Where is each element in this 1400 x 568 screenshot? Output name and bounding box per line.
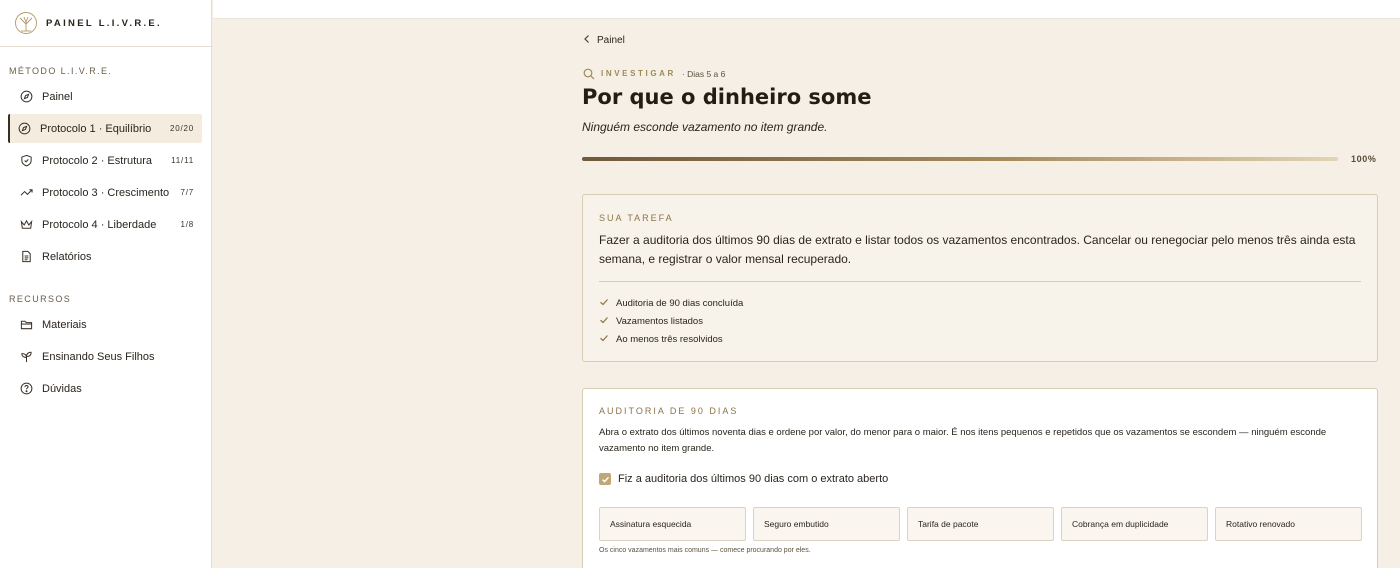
checklist-item: Auditoria de 90 dias concluída <box>599 294 743 312</box>
checklist-item-label: Ao menos três resolvidos <box>616 333 723 345</box>
sidebar-item-label: Protocolo 2 · Estrutura <box>42 154 153 167</box>
sidebar: PAINEL L.I.V.R.E. MÉTODO L.I.V.R.E. Pain… <box>0 0 212 568</box>
sidebar-item-label: Protocolo 4 · Liberdade <box>42 218 157 231</box>
sidebar-item-protocolo-1[interactable]: Protocolo 1 · Equilíbrio 20/20 <box>8 114 202 143</box>
leak-chip[interactable]: Cobrança em duplicidade <box>1061 507 1208 541</box>
progress-count: 11/11 <box>171 156 194 165</box>
back-link-label: Painel <box>597 35 625 46</box>
progress-percent: 100% <box>1351 154 1377 164</box>
top-bar <box>213 0 1400 19</box>
page-title: Por que o dinheiro some <box>582 85 872 109</box>
progress-count: 1/8 <box>180 220 194 229</box>
brand[interactable]: PAINEL L.I.V.R.E. <box>0 0 211 47</box>
sidebar-item-label: Protocolo 1 · Equilíbrio <box>40 122 152 135</box>
audit-checkbox-label: Fiz a auditoria dos últimos 90 dias com … <box>618 473 889 485</box>
checklist-item: Vazamentos listados <box>599 312 743 330</box>
checklist-item-label: Vazamentos listados <box>616 315 703 327</box>
sidebar-item-protocolo-2[interactable]: Protocolo 2 · Estrutura 11/11 <box>8 146 202 175</box>
progress-count: 20/20 <box>169 124 194 133</box>
sprout-icon <box>19 350 33 364</box>
section-label-resources: RECURSOS <box>9 294 72 304</box>
brand-name: PAINEL L.I.V.R.E. <box>46 17 162 29</box>
sidebar-item-label: Relatórios <box>42 250 92 263</box>
phase-eyebrow: INVESTIGAR · Dias 5 a 6 <box>582 67 725 80</box>
compass-icon <box>19 90 33 104</box>
help-circle-icon <box>19 382 33 396</box>
sidebar-item-label: Materiais <box>42 318 87 331</box>
leak-chip[interactable]: Assinatura esquecida <box>599 507 746 541</box>
leak-chip[interactable]: Seguro embutido <box>753 507 900 541</box>
audit-label: AUDITORIA DE 90 DIAS <box>599 406 739 416</box>
check-icon <box>599 333 610 346</box>
progress-count: 7/7 <box>180 188 194 197</box>
sidebar-item-label: Dúvidas <box>42 382 82 395</box>
shield-icon <box>19 154 33 168</box>
sidebar-item-relatorios[interactable]: Relatórios <box>8 242 202 271</box>
sidebar-item-duvidas[interactable]: Dúvidas <box>8 374 202 403</box>
phase-days: · Dias 5 a 6 <box>681 68 726 79</box>
back-link[interactable]: Painel <box>583 34 625 47</box>
tree-logo-icon <box>14 11 38 35</box>
check-icon <box>599 297 610 310</box>
task-text: Fazer a auditoria dos últimos 90 dias de… <box>599 233 1356 266</box>
section-label-method: MÉTODO L.I.V.R.E. <box>9 66 113 76</box>
resources-nav: Materiais Ensinando Seus Filhos Dúvidas <box>8 310 202 406</box>
leak-chip[interactable]: Rotativo renovado <box>1215 507 1362 541</box>
audit-text: Abra o extrato dos últimos noventa dias … <box>599 427 1327 454</box>
task-card: SUA TAREFA Fazer a auditoria dos últimos… <box>582 194 1378 362</box>
sidebar-item-label: Painel <box>42 90 73 103</box>
method-nav: Painel Protocolo 1 · Equilíbrio 20/20 Pr… <box>8 82 202 274</box>
task-checklist: Auditoria de 90 dias concluída Vazamento… <box>599 294 743 348</box>
leak-chip[interactable]: Tarifa de pacote <box>907 507 1054 541</box>
compass-icon <box>17 122 31 136</box>
sidebar-item-protocolo-4[interactable]: Protocolo 4 · Liberdade 1/8 <box>8 210 202 239</box>
progress-fill <box>582 157 1338 161</box>
trending-up-icon <box>19 186 33 200</box>
checkbox-checked-icon[interactable] <box>599 473 611 485</box>
checklist-item: Ao menos três resolvidos <box>599 330 743 348</box>
sidebar-item-materiais[interactable]: Materiais <box>8 310 202 339</box>
sidebar-item-label: Ensinando Seus Filhos <box>42 350 155 363</box>
chevron-left-icon <box>583 34 591 47</box>
task-label: SUA TAREFA <box>599 213 674 223</box>
page-subtitle: Ninguém esconde vazamento no item grande… <box>582 120 828 134</box>
crown-icon <box>19 218 33 232</box>
chips-note: Os cinco vazamentos mais comuns — comece… <box>599 547 811 554</box>
check-icon <box>599 315 610 328</box>
progress-bar <box>582 157 1338 161</box>
sidebar-item-ensinando[interactable]: Ensinando Seus Filhos <box>8 342 202 371</box>
folder-icon <box>19 318 33 332</box>
checklist-item-label: Auditoria de 90 dias concluída <box>616 297 744 309</box>
audit-checkbox[interactable]: Fiz a auditoria dos últimos 90 dias com … <box>599 473 888 485</box>
sidebar-item-protocolo-3[interactable]: Protocolo 3 · Crescimento 7/7 <box>8 178 202 207</box>
sidebar-item-painel[interactable]: Painel <box>8 82 202 111</box>
phase-label: INVESTIGAR <box>601 69 676 78</box>
search-icon <box>582 67 595 80</box>
document-icon <box>19 250 33 264</box>
sidebar-item-label: Protocolo 3 · Crescimento <box>42 186 170 199</box>
audit-card: AUDITORIA DE 90 DIAS Abra o extrato dos … <box>582 388 1378 568</box>
leak-chips: Assinatura esquecida Seguro embutido Tar… <box>599 507 1362 541</box>
divider <box>599 281 1361 282</box>
